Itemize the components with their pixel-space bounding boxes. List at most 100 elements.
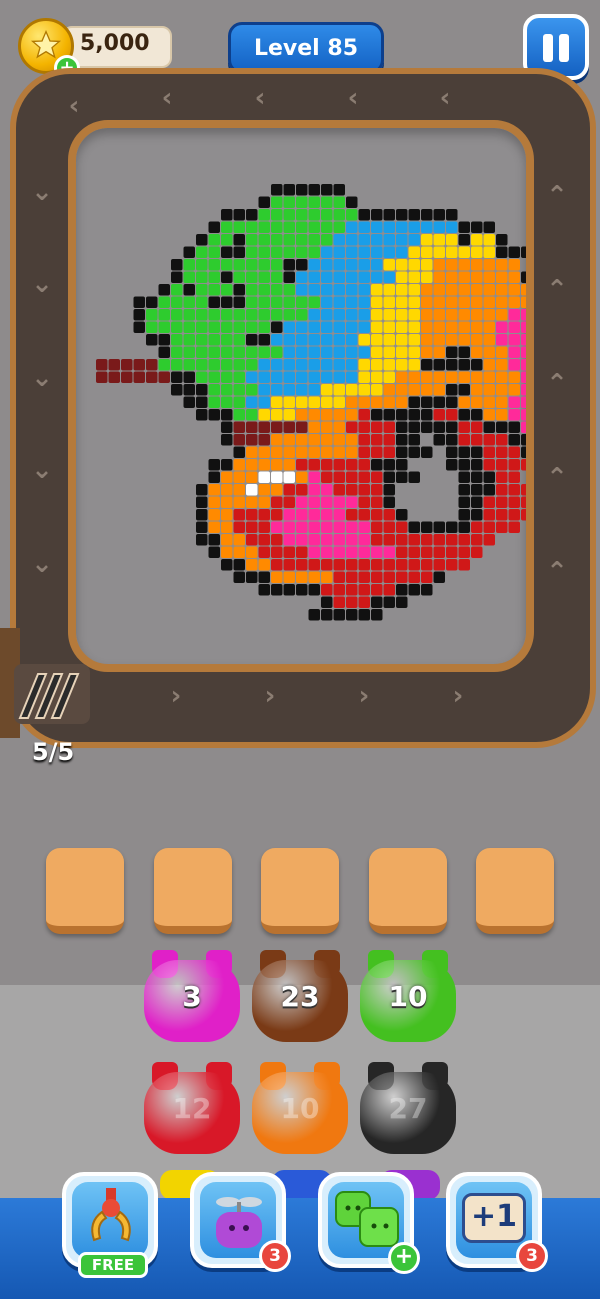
pixel-tile xyxy=(396,296,408,308)
pixel-tile xyxy=(508,296,520,308)
pixel-tile xyxy=(446,421,458,433)
pixel-tile xyxy=(521,359,526,371)
pixel-tile xyxy=(146,296,158,308)
pixel-tile xyxy=(233,209,245,221)
pixel-tile xyxy=(296,534,308,546)
pixel-tile xyxy=(233,221,245,233)
pixel-tile xyxy=(246,484,258,496)
pixel-tile xyxy=(296,371,308,383)
holding-slot[interactable] xyxy=(476,848,554,934)
pixel-tile xyxy=(333,421,345,433)
pixel-tile xyxy=(408,559,420,571)
pixel-tile xyxy=(396,409,408,421)
pixel-tile xyxy=(196,271,208,283)
pixel-tile xyxy=(358,446,370,458)
pixel-tile xyxy=(458,321,470,333)
pixel-tile xyxy=(283,296,295,308)
pixel-tile xyxy=(221,496,233,508)
jelly-count: 12 xyxy=(172,1092,212,1125)
pixel-tile xyxy=(471,534,483,546)
pixel-tile xyxy=(421,221,433,233)
pixel-tile xyxy=(221,384,233,396)
pixel-tile xyxy=(508,309,520,321)
pixel-tile xyxy=(358,259,370,271)
pixel-tile xyxy=(221,471,233,483)
holding-slot[interactable] xyxy=(369,848,447,934)
jelly-stack[interactable]: 27 xyxy=(360,1062,456,1154)
pixel-tile xyxy=(371,334,383,346)
pixel-tile xyxy=(296,584,308,596)
pixel-tile xyxy=(233,496,245,508)
pixel-tile xyxy=(258,546,270,558)
pixel-tile xyxy=(346,421,358,433)
holding-slot[interactable] xyxy=(154,848,232,934)
pixel-tile xyxy=(283,359,295,371)
jelly-stack[interactable]: 12 xyxy=(144,1062,240,1154)
add-booster-button[interactable]: + xyxy=(388,1242,420,1274)
jelly-stack[interactable]: 10 xyxy=(252,1062,348,1154)
pixel-tile xyxy=(271,221,283,233)
pixel-tile xyxy=(371,459,383,471)
pixel-tile xyxy=(333,209,345,221)
pixel-tile xyxy=(383,434,395,446)
pixel-tile xyxy=(496,434,508,446)
holding-slot[interactable] xyxy=(261,848,339,934)
pixel-tile xyxy=(333,184,345,196)
pixel-tile xyxy=(408,271,420,283)
pixel-tile xyxy=(246,409,258,421)
pixel-tile xyxy=(408,259,420,271)
pixel-tile xyxy=(346,396,358,408)
pixel-tile xyxy=(421,284,433,296)
pixel-tile xyxy=(458,346,470,358)
pixel-tile xyxy=(258,484,270,496)
pixel-tile xyxy=(496,459,508,471)
pixel-tile xyxy=(471,271,483,283)
jelly-stack[interactable]: 10 xyxy=(360,950,456,1042)
pixel-tile xyxy=(471,484,483,496)
pixel-tile xyxy=(271,321,283,333)
pixel-tile xyxy=(383,384,395,396)
pixel-tile xyxy=(308,271,320,283)
pixel-tile xyxy=(321,346,333,358)
pixel-tile xyxy=(508,434,520,446)
pixel-tile xyxy=(221,321,233,333)
pixel-tile xyxy=(258,346,270,358)
pixel-tile xyxy=(371,446,383,458)
pixel-tile xyxy=(258,234,270,246)
pixel-tile xyxy=(383,396,395,408)
pixel-tile xyxy=(496,309,508,321)
pixel-tile xyxy=(271,459,283,471)
pixel-tile xyxy=(258,259,270,271)
pixel-tile xyxy=(358,609,370,621)
pixel-tile xyxy=(471,434,483,446)
pixel-tile xyxy=(446,234,458,246)
pixel-tile xyxy=(433,534,445,546)
pixel-tile xyxy=(396,209,408,221)
pixel-tile xyxy=(458,396,470,408)
pixel-tile xyxy=(383,571,395,583)
pixel-tile xyxy=(283,434,295,446)
holding-slot[interactable] xyxy=(46,848,124,934)
pixel-tile xyxy=(346,296,358,308)
pixel-tile xyxy=(296,446,308,458)
pixel-tile xyxy=(471,471,483,483)
pixel-tile xyxy=(283,509,295,521)
pixel-tile xyxy=(446,209,458,221)
pixel-tile xyxy=(221,434,233,446)
pixel-tile xyxy=(283,421,295,433)
jelly-stack[interactable]: 23 xyxy=(252,950,348,1042)
pixel-tile xyxy=(321,471,333,483)
jelly-stack[interactable]: 3 xyxy=(144,950,240,1042)
pixel-tile xyxy=(246,309,258,321)
pixel-tile xyxy=(383,559,395,571)
pixel-tile xyxy=(458,434,470,446)
launcher-icon[interactable] xyxy=(0,628,95,738)
pixel-tile xyxy=(308,409,320,421)
pixel-tile xyxy=(283,384,295,396)
pixel-tile xyxy=(283,309,295,321)
pixel-tile xyxy=(358,434,370,446)
pixel-tile xyxy=(271,384,283,396)
pixel-tile xyxy=(458,359,470,371)
pixel-tile xyxy=(233,534,245,546)
pixel-tile xyxy=(458,559,470,571)
